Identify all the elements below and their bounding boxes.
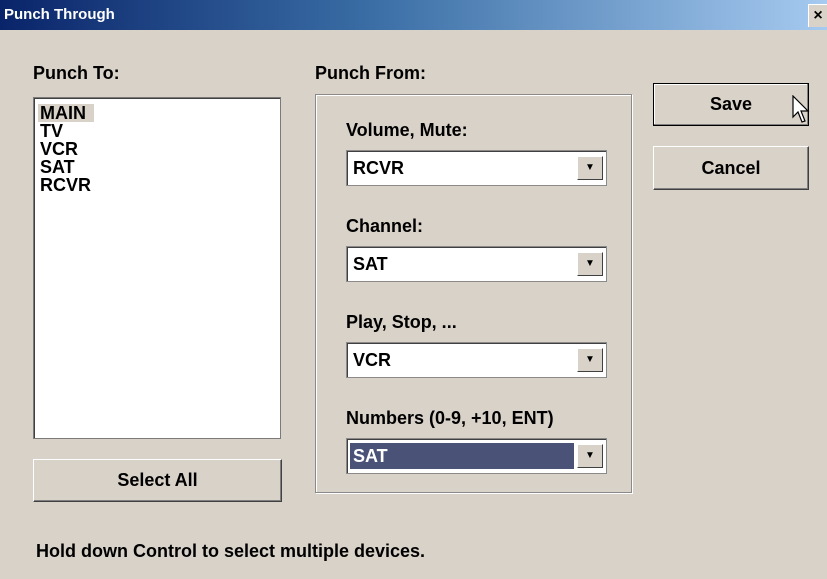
channel-select[interactable]: SAT ▼ <box>346 246 607 282</box>
numbers-select[interactable]: SAT ▼ <box>346 438 607 474</box>
select-all-button[interactable]: Select All <box>33 459 282 502</box>
chevron-down-icon[interactable]: ▼ <box>577 348 603 372</box>
list-item[interactable]: MAIN <box>38 104 94 122</box>
save-button[interactable]: Save <box>653 83 809 126</box>
volume-mute-label: Volume, Mute: <box>346 120 468 140</box>
list-item[interactable]: RCVR <box>38 176 93 194</box>
list-item[interactable]: SAT <box>38 158 77 176</box>
list-item[interactable]: VCR <box>38 140 80 158</box>
title-bar: Punch Through × <box>0 0 827 30</box>
chevron-down-icon[interactable]: ▼ <box>577 156 603 180</box>
punch-to-listbox[interactable]: MAIN TV VCR SAT RCVR <box>33 97 281 439</box>
play-stop-select[interactable]: VCR ▼ <box>346 342 607 378</box>
punch-from-group: Volume, Mute: RCVR ▼ Channel: SAT ▼ Play… <box>315 94 632 493</box>
hint-text: Hold down Control to select multiple dev… <box>36 541 426 561</box>
channel-value: SAT <box>353 254 388 274</box>
cancel-button[interactable]: Cancel <box>653 146 809 190</box>
numbers-value: SAT <box>350 443 574 469</box>
play-stop-value: VCR <box>353 350 392 370</box>
close-button[interactable]: × <box>808 4 827 27</box>
play-stop-label: Play, Stop, ... <box>346 312 457 332</box>
punch-from-label: Punch From: <box>315 63 426 83</box>
list-item[interactable]: TV <box>38 122 65 140</box>
volume-mute-value: RCVR <box>353 158 405 178</box>
numbers-label: Numbers (0-9, +10, ENT) <box>346 408 554 428</box>
arrow-pointer-icon <box>792 95 810 123</box>
chevron-down-icon[interactable]: ▼ <box>577 252 603 276</box>
punch-to-label: Punch To: <box>33 63 120 83</box>
volume-mute-select[interactable]: RCVR ▼ <box>346 150 607 186</box>
chevron-down-icon[interactable]: ▼ <box>577 444 603 468</box>
window-title: Punch Through <box>4 6 115 23</box>
channel-label: Channel: <box>346 216 424 236</box>
